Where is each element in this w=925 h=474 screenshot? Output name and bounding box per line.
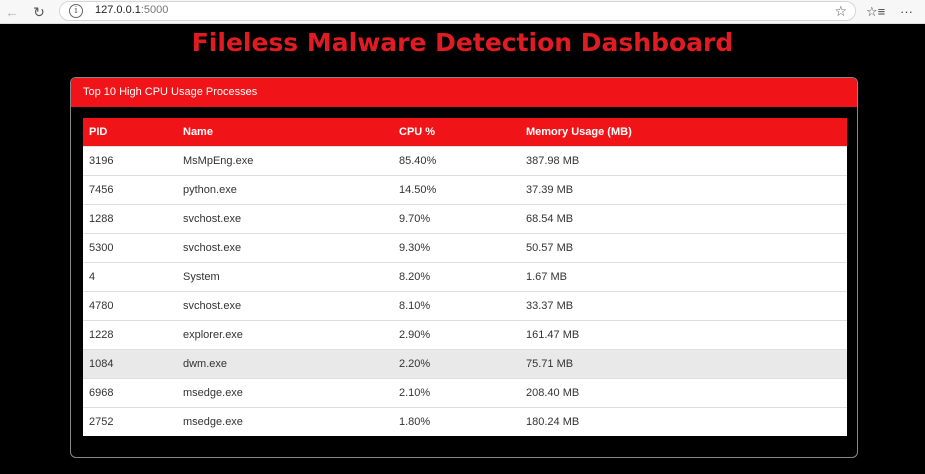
cell-cpu: 9.30%	[399, 233, 526, 263]
table-row: 1288 svchost.exe 9.70% 68.54 MB	[83, 204, 847, 234]
cell-name: System	[183, 262, 399, 292]
table-row-hovered: 1084 dwm.exe 2.20% 75.71 MB	[83, 349, 847, 379]
cell-name: msedge.exe	[183, 407, 399, 436]
cell-name: MsMpEng.exe	[183, 146, 399, 176]
cell-pid: 1288	[83, 204, 183, 234]
cell-pid: 4780	[83, 291, 183, 321]
cell-memory: 75.71 MB	[526, 349, 847, 379]
cell-cpu: 8.20%	[399, 262, 526, 292]
cell-pid: 1084	[83, 349, 183, 379]
process-card: Top 10 High CPU Usage Processes PID Name…	[70, 77, 858, 458]
cell-pid: 3196	[83, 146, 183, 176]
cell-memory: 1.67 MB	[526, 262, 847, 292]
browser-toolbar: ← ↻ i 127.0.0.1:5000 ☆ ☆≡ ···	[0, 0, 925, 24]
cell-memory: 68.54 MB	[526, 204, 847, 234]
table-row: 7456 python.exe 14.50% 37.39 MB	[83, 175, 847, 205]
favorite-star-icon[interactable]: ☆	[834, 2, 847, 20]
table-row: 6968 msedge.exe 2.10% 208.40 MB	[83, 378, 847, 408]
favorites-list-icon[interactable]: ☆≡	[866, 2, 885, 22]
address-bar[interactable]: i 127.0.0.1:5000 ☆	[59, 1, 856, 21]
column-header-memory: Memory Usage (MB)	[526, 126, 632, 138]
cell-pid: 1228	[83, 320, 183, 350]
cell-pid: 5300	[83, 233, 183, 263]
cell-name: svchost.exe	[183, 204, 399, 234]
cell-name: msedge.exe	[183, 378, 399, 408]
more-menu-icon[interactable]: ···	[900, 2, 913, 22]
cell-cpu: 9.70%	[399, 204, 526, 234]
cell-cpu: 2.90%	[399, 320, 526, 350]
table-row: 5300 svchost.exe 9.30% 50.57 MB	[83, 233, 847, 263]
table-header-row: PID Name CPU % Memory Usage (MB)	[83, 118, 847, 147]
table-row: 4 System 8.20% 1.67 MB	[83, 262, 847, 292]
cell-name: svchost.exe	[183, 291, 399, 321]
cell-cpu: 2.20%	[399, 349, 526, 379]
cell-memory: 180.24 MB	[526, 407, 847, 436]
column-header-pid: PID	[89, 126, 108, 138]
cell-memory: 208.40 MB	[526, 378, 847, 408]
back-arrow-icon[interactable]: ←	[2, 2, 22, 22]
cell-memory: 161.47 MB	[526, 320, 847, 350]
cell-pid: 2752	[83, 407, 183, 436]
cell-cpu: 14.50%	[399, 175, 526, 205]
process-table: PID Name CPU % Memory Usage (MB) 3196 Ms…	[83, 118, 847, 436]
cell-pid: 4	[83, 262, 183, 292]
cell-name: explorer.exe	[183, 320, 399, 350]
table-row: 4780 svchost.exe 8.10% 33.37 MB	[83, 291, 847, 321]
cell-memory: 37.39 MB	[526, 175, 847, 205]
page-title: Fileless Malware Detection Dashboard	[191, 28, 734, 57]
cell-pid: 6968	[83, 378, 183, 408]
cell-name: python.exe	[183, 175, 399, 205]
cell-cpu: 1.80%	[399, 407, 526, 436]
table-row: 3196 MsMpEng.exe 85.40% 387.98 MB	[83, 146, 847, 176]
cell-memory: 33.37 MB	[526, 291, 847, 321]
reload-icon[interactable]: ↻	[29, 2, 49, 22]
cell-memory: 50.57 MB	[526, 233, 847, 263]
url-text: 127.0.0.1:5000	[95, 4, 169, 16]
column-header-cpu: CPU %	[399, 126, 436, 138]
card-header: Top 10 High CPU Usage Processes	[71, 78, 857, 107]
cell-cpu: 8.10%	[399, 291, 526, 321]
table-row: 2752 msedge.exe 1.80% 180.24 MB	[83, 407, 847, 436]
cell-cpu: 85.40%	[399, 146, 526, 176]
table-row: 1228 explorer.exe 2.90% 161.47 MB	[83, 320, 847, 350]
column-header-name: Name	[183, 126, 213, 138]
cell-pid: 7456	[83, 175, 183, 205]
cell-name: svchost.exe	[183, 233, 399, 263]
cell-cpu: 2.10%	[399, 378, 526, 408]
site-info-icon[interactable]: i	[69, 4, 83, 18]
cell-memory: 387.98 MB	[526, 146, 847, 176]
cell-name: dwm.exe	[183, 349, 399, 379]
